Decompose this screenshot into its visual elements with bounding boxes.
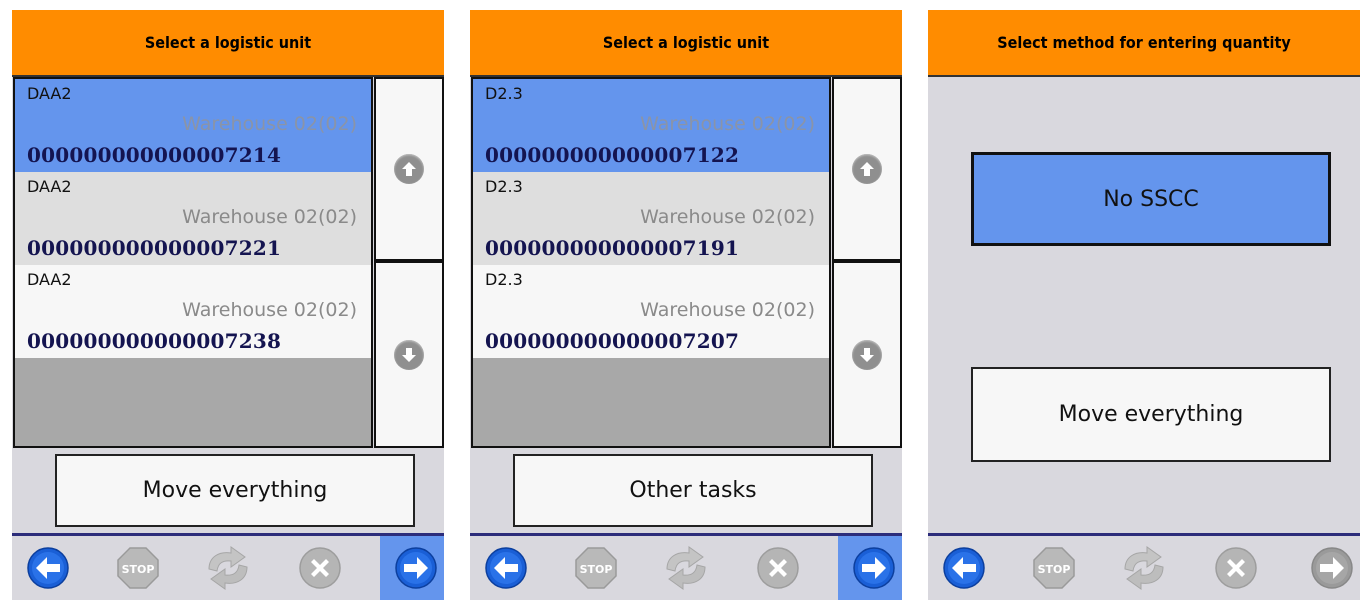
list-item[interactable]: D2.3 Warehouse 02(02) 000000000000007122 xyxy=(473,79,829,172)
back-arrow-icon xyxy=(485,547,527,589)
scroll-down-button[interactable] xyxy=(832,261,902,448)
list-item[interactable]: DAA2 Warehouse 02(02) 000000000000007238 xyxy=(15,265,371,358)
sscc-number: 000000000000007122 xyxy=(485,143,740,167)
refresh-icon xyxy=(1124,546,1164,590)
stop-button[interactable]: STOP xyxy=(560,536,632,600)
bottom-nav-bar: STOP xyxy=(470,536,902,600)
stop-button[interactable]: STOP xyxy=(1018,536,1090,600)
scroll-up-button[interactable] xyxy=(832,77,902,261)
refresh-icon xyxy=(208,546,248,590)
warehouse-label: Warehouse 02(02) xyxy=(182,113,357,135)
screen-title: Select a logistic unit xyxy=(12,10,444,77)
location-code: DAA2 xyxy=(27,84,72,103)
forward-arrow-icon xyxy=(853,547,895,589)
list-item[interactable]: DAA2 Warehouse 02(02) 000000000000007221 xyxy=(15,172,371,265)
sscc-number: 000000000000007221 xyxy=(27,236,282,260)
arrow-down-icon xyxy=(852,339,882,370)
back-button[interactable] xyxy=(928,536,1000,600)
forward-button[interactable] xyxy=(1296,536,1360,600)
move-everything-button[interactable]: Move everything xyxy=(971,367,1331,462)
warehouse-label: Warehouse 02(02) xyxy=(640,299,815,321)
refresh-icon xyxy=(666,546,706,590)
screen-select-quantity-method: Select method for entering quantity No S… xyxy=(928,10,1360,600)
screen-title: Select method for entering quantity xyxy=(928,10,1360,77)
stop-icon: STOP xyxy=(575,547,617,589)
stop-button[interactable]: STOP xyxy=(102,536,174,600)
stop-icon: STOP xyxy=(117,547,159,589)
svg-text:STOP: STOP xyxy=(580,563,613,576)
sscc-number: 000000000000007207 xyxy=(485,329,740,353)
location-code: DAA2 xyxy=(27,177,72,196)
forward-arrow-icon xyxy=(1311,547,1353,589)
back-button[interactable] xyxy=(12,536,84,600)
sscc-number: 000000000000007238 xyxy=(27,329,282,353)
svg-text:STOP: STOP xyxy=(122,563,155,576)
back-arrow-icon xyxy=(943,547,985,589)
cancel-button[interactable] xyxy=(1200,536,1272,600)
cancel-icon xyxy=(299,547,341,589)
no-sscc-button[interactable]: No SSCC xyxy=(971,152,1331,246)
list-item[interactable]: D2.3 Warehouse 02(02) 000000000000007207 xyxy=(473,265,829,358)
location-code: D2.3 xyxy=(485,177,523,196)
logistic-unit-list: D2.3 Warehouse 02(02) 000000000000007122… xyxy=(471,77,831,448)
arrow-up-icon xyxy=(394,154,424,184)
back-arrow-icon xyxy=(27,547,69,589)
other-tasks-button[interactable]: Other tasks xyxy=(513,454,873,527)
list-item[interactable]: D2.3 Warehouse 02(02) 000000000000007191 xyxy=(473,172,829,265)
cancel-icon xyxy=(1215,547,1257,589)
screen-select-logistic-unit-1: Select a logistic unit DAA2 Warehouse 02… xyxy=(12,10,444,600)
sscc-number: 000000000000007191 xyxy=(485,236,740,260)
refresh-button[interactable] xyxy=(192,536,264,600)
forward-arrow-icon xyxy=(395,547,437,589)
cancel-icon xyxy=(757,547,799,589)
forward-button[interactable] xyxy=(380,536,444,600)
location-code: D2.3 xyxy=(485,270,523,289)
warehouse-label: Warehouse 02(02) xyxy=(182,299,357,321)
move-everything-button[interactable]: Move everything xyxy=(55,454,415,527)
arrow-down-icon xyxy=(394,339,424,370)
back-button[interactable] xyxy=(470,536,542,600)
scroll-down-button[interactable] xyxy=(374,261,444,448)
screen-title: Select a logistic unit xyxy=(470,10,902,77)
screen-select-logistic-unit-2: Select a logistic unit D2.3 Warehouse 02… xyxy=(470,10,902,600)
sscc-number: 000000000000007214 xyxy=(27,143,282,167)
bottom-nav-bar: STOP xyxy=(928,536,1360,600)
svg-text:STOP: STOP xyxy=(1038,563,1071,576)
forward-button[interactable] xyxy=(838,536,902,600)
logistic-unit-list: DAA2 Warehouse 02(02) 000000000000007214… xyxy=(13,77,373,448)
warehouse-label: Warehouse 02(02) xyxy=(640,113,815,135)
list-item[interactable]: DAA2 Warehouse 02(02) 000000000000007214 xyxy=(15,79,371,172)
refresh-button[interactable] xyxy=(650,536,722,600)
cancel-button[interactable] xyxy=(742,536,814,600)
scroll-up-button[interactable] xyxy=(374,77,444,261)
location-code: D2.3 xyxy=(485,84,523,103)
location-code: DAA2 xyxy=(27,270,72,289)
cancel-button[interactable] xyxy=(284,536,356,600)
refresh-button[interactable] xyxy=(1108,536,1180,600)
bottom-nav-bar: STOP xyxy=(12,536,444,600)
stop-icon: STOP xyxy=(1033,547,1075,589)
arrow-up-icon xyxy=(852,154,882,184)
warehouse-label: Warehouse 02(02) xyxy=(182,206,357,228)
warehouse-label: Warehouse 02(02) xyxy=(640,206,815,228)
